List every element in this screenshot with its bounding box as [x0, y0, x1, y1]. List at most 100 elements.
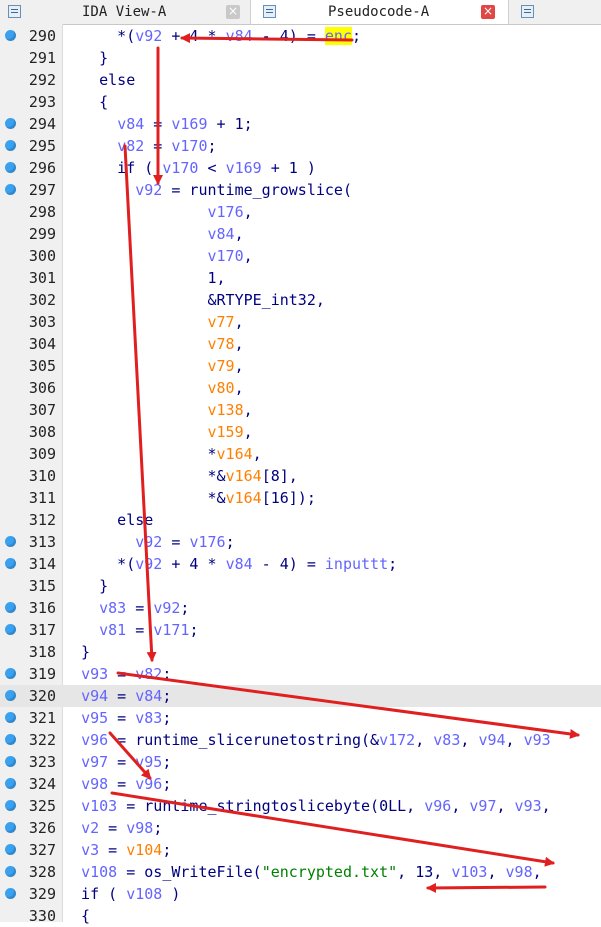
identifier-token[interactable]: v169 [226, 159, 262, 177]
code-line[interactable]: 326 v2 = v98; [0, 817, 601, 839]
identifier-token[interactable]: v96 [135, 775, 162, 793]
identifier-token[interactable]: v95 [135, 753, 162, 771]
code-line[interactable]: 321 v95 = v83; [0, 707, 601, 729]
identifier-token[interactable]: v176 [208, 203, 244, 221]
identifier-token[interactable]: v95 [81, 709, 108, 727]
identifier-token[interactable]: v103 [451, 863, 487, 881]
breakpoint-marker-icon[interactable] [5, 162, 16, 173]
identifier-token[interactable]: v84 [135, 687, 162, 705]
code-line[interactable]: 319 v93 = v82; [0, 663, 601, 685]
code-line[interactable]: 315 } [0, 575, 601, 597]
identifier-token[interactable]: v84 [208, 225, 235, 243]
breakpoint-marker-icon[interactable] [5, 778, 16, 789]
identifier-token[interactable]: v170 [171, 137, 207, 155]
close-icon[interactable]: × [226, 5, 240, 19]
identifier-token[interactable]: v96 [424, 797, 451, 815]
identifier-token[interactable]: v80 [208, 379, 235, 397]
code-line[interactable]: 294 v84 = v169 + 1; [0, 113, 601, 135]
breakpoint-marker-icon[interactable] [5, 558, 16, 569]
identifier-token[interactable]: enc [324, 27, 352, 45]
code-line[interactable]: 325 v103 = runtime_stringtoslicebyte(0LL… [0, 795, 601, 817]
identifier-token[interactable]: v84 [226, 555, 253, 573]
identifier-token[interactable]: v2 [81, 819, 99, 837]
breakpoint-marker-icon[interactable] [5, 140, 16, 151]
breakpoint-marker-icon[interactable] [5, 30, 16, 41]
identifier-token[interactable]: v93 [81, 665, 108, 683]
identifier-token[interactable]: v138 [208, 401, 244, 419]
identifier-token[interactable]: v98 [81, 775, 108, 793]
identifier-token[interactable]: v78 [208, 335, 235, 353]
code-line[interactable]: 299 v84, [0, 223, 601, 245]
breakpoint-marker-icon[interactable] [5, 668, 16, 679]
code-line[interactable]: 314 *(v92 + 4 * v84 - 4) = inputtt; [0, 553, 601, 575]
code-line[interactable]: 305 v79, [0, 355, 601, 377]
code-line[interactable]: 308 v159, [0, 421, 601, 443]
code-line[interactable]: 327 v3 = v104; [0, 839, 601, 861]
identifier-token[interactable]: v171 [153, 621, 189, 639]
identifier-token[interactable]: v108 [81, 863, 117, 881]
breakpoint-marker-icon[interactable] [5, 624, 16, 635]
breakpoint-marker-icon[interactable] [5, 734, 16, 745]
code-line[interactable]: 306 v80, [0, 377, 601, 399]
code-line[interactable]: 320 v94 = v84; [0, 685, 601, 707]
code-line[interactable]: 298 v176, [0, 201, 601, 223]
breakpoint-marker-icon[interactable] [5, 536, 16, 547]
identifier-token[interactable]: v164 [226, 467, 262, 485]
code-line[interactable]: 290 *(v92 + 4 * v84 - 4) = enc; [0, 25, 601, 47]
breakpoint-marker-icon[interactable] [5, 888, 16, 899]
code-line[interactable]: 303 v77, [0, 311, 601, 333]
identifier-token[interactable]: v83 [135, 709, 162, 727]
code-line[interactable]: 291 } [0, 47, 601, 69]
identifier-token[interactable]: v98 [506, 863, 533, 881]
tab-hex-view[interactable] [509, 0, 601, 24]
identifier-token[interactable]: v164 [217, 445, 253, 463]
code-line[interactable]: 304 v78, [0, 333, 601, 355]
code-line[interactable]: 313 v92 = v176; [0, 531, 601, 553]
identifier-token[interactable]: v96 [81, 731, 108, 749]
identifier-token[interactable]: v84 [226, 27, 253, 45]
identifier-token[interactable]: v94 [81, 687, 108, 705]
identifier-token[interactable]: v83 [433, 731, 460, 749]
breakpoint-marker-icon[interactable] [5, 690, 16, 701]
code-line[interactable]: 296 if ( v170 < v169 + 1 ) [0, 157, 601, 179]
code-line[interactable]: 302 &RTYPE_int32, [0, 289, 601, 311]
code-line[interactable]: 301 1, [0, 267, 601, 289]
identifier-token[interactable]: v176 [189, 533, 225, 551]
identifier-token[interactable]: v3 [81, 841, 99, 859]
identifier-token[interactable]: v92 [135, 533, 162, 551]
identifier-token[interactable]: "encrypted.txt" [262, 863, 397, 881]
identifier-token[interactable]: v103 [81, 797, 117, 815]
tab-pseudocode[interactable]: Pseudocode-A × [251, 0, 509, 24]
breakpoint-marker-icon[interactable] [5, 800, 16, 811]
identifier-token[interactable]: inputtt [325, 555, 388, 573]
code-line[interactable]: 293 { [0, 91, 601, 113]
breakpoint-marker-icon[interactable] [5, 184, 16, 195]
code-line[interactable]: 323 v97 = v95; [0, 751, 601, 773]
code-line[interactable]: 330 { [0, 905, 601, 927]
identifier-token[interactable]: v82 [135, 665, 162, 683]
identifier-token[interactable]: v94 [478, 731, 505, 749]
identifier-token[interactable]: v83 [99, 599, 126, 617]
identifier-token[interactable]: v79 [208, 357, 235, 375]
identifier-token[interactable]: v108 [126, 885, 162, 903]
code-line[interactable]: 322 v96 = runtime_slicerunetostring(&v17… [0, 729, 601, 751]
identifier-token[interactable]: v82 [117, 137, 144, 155]
code-line[interactable]: 328 v108 = os_WriteFile("encrypted.txt",… [0, 861, 601, 883]
code-line[interactable]: 316 v83 = v92; [0, 597, 601, 619]
identifier-token[interactable]: v172 [379, 731, 415, 749]
code-line[interactable]: 312 else [0, 509, 601, 531]
identifier-token[interactable]: v92 [135, 181, 162, 199]
tab-ida-view[interactable]: IDA View-A × [0, 0, 251, 24]
code-line[interactable]: 297 v92 = runtime_growslice( [0, 179, 601, 201]
identifier-token[interactable]: v84 [117, 115, 144, 133]
code-line[interactable]: 295 v82 = v170; [0, 135, 601, 157]
code-line[interactable]: 317 v81 = v171; [0, 619, 601, 641]
code-line[interactable]: 300 v170, [0, 245, 601, 267]
breakpoint-marker-icon[interactable] [5, 866, 16, 877]
identifier-token[interactable]: v97 [81, 753, 108, 771]
code-line[interactable]: 310 *&v164[8], [0, 465, 601, 487]
breakpoint-marker-icon[interactable] [5, 712, 16, 723]
breakpoint-marker-icon[interactable] [5, 756, 16, 767]
identifier-token[interactable]: v170 [208, 247, 244, 265]
identifier-token[interactable]: v104 [126, 841, 162, 859]
